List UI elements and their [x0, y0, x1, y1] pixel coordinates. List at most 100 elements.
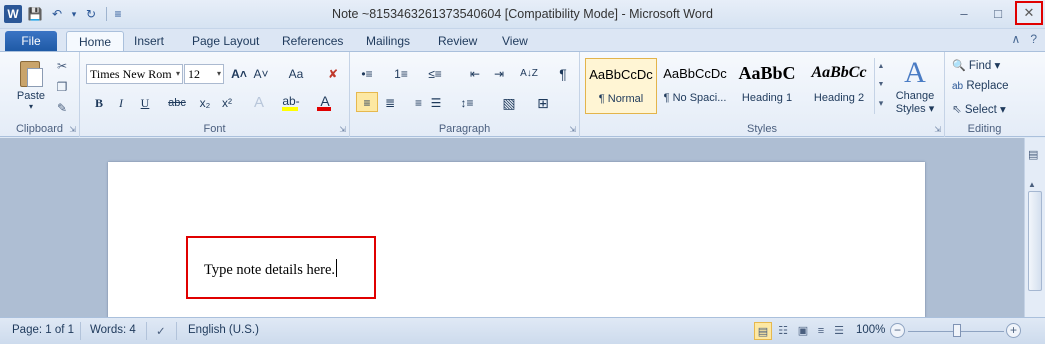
superscript-button[interactable]: x²: [218, 93, 236, 113]
draft-icon[interactable]: ☰: [830, 322, 848, 340]
web-layout-icon[interactable]: ▣: [794, 322, 812, 340]
title-bar: W 💾 ↶ ▾ ↻ ≡ Note ~8153463261373540604 [C…: [0, 0, 1045, 29]
word-count[interactable]: Words: 4: [90, 324, 136, 336]
line-spacing-button[interactable]: ↕≡: [458, 93, 476, 113]
paragraph-group-label: Paragraph: [438, 123, 491, 135]
help-icon[interactable]: ?: [1030, 32, 1037, 46]
style-scroll-up-icon[interactable]: ▲: [875, 58, 887, 76]
style-no-spacing-name: ¶ No Spaci...: [663, 92, 727, 104]
highlight-button[interactable]: ab‑: [280, 91, 302, 111]
font-launcher-icon[interactable]: ⇲: [339, 125, 346, 134]
replace-label: Replace: [966, 80, 1009, 92]
minimize-ribbon-icon[interactable]: ∧: [1012, 32, 1021, 46]
document-body-text[interactable]: Type note details here.: [204, 259, 338, 279]
clipboard-launcher-icon[interactable]: ⇲: [69, 125, 76, 134]
zoom-out-button[interactable]: −: [890, 323, 905, 338]
find-button[interactable]: 🔍 Find ▾: [952, 58, 1000, 72]
style-more-icon[interactable]: ▾: [875, 94, 887, 112]
print-layout-icon[interactable]: ▤: [754, 322, 772, 340]
multilevel-list-button[interactable]: ≤≡: [426, 64, 444, 84]
replace-icon: ab: [952, 81, 964, 92]
paragraph-group: •≡ 1≡ ≤≡ ⇤ ⇥ A↓Z ¶ ≡ ≣ ≡ ☰ ↕≡ ▧ ⊞ Paragr…: [350, 52, 580, 137]
subscript-button[interactable]: x₂: [196, 93, 214, 113]
change-styles-icon: A: [904, 56, 926, 89]
style-heading-2[interactable]: AaBbCc Heading 2: [803, 58, 875, 114]
justify-button[interactable]: ☰: [426, 93, 446, 113]
styles-launcher-icon[interactable]: ⇲: [934, 125, 941, 134]
highlight-color-swatch: [282, 107, 298, 111]
borders-button[interactable]: ⊞: [534, 93, 552, 113]
decrease-indent-button[interactable]: ⇤: [466, 64, 484, 84]
bold-button[interactable]: B: [90, 93, 108, 113]
change-styles-button[interactable]: A Change Styles ▾: [892, 56, 938, 116]
align-left-button[interactable]: ≡: [356, 92, 378, 112]
show-formatting-marks-button[interactable]: ¶: [554, 64, 572, 84]
view-ruler-icon[interactable]: ▤: [1028, 148, 1038, 161]
align-right-button[interactable]: ≡: [402, 93, 422, 113]
font-name-select[interactable]: Times New Rom ▾: [86, 64, 183, 84]
increase-indent-button[interactable]: ⇥: [490, 64, 508, 84]
format-painter-icon[interactable]: ✎: [54, 100, 70, 116]
style-scroll-down-icon[interactable]: ▼: [875, 76, 887, 94]
zoom-slider-thumb[interactable]: [953, 324, 961, 337]
tab-home[interactable]: Home: [66, 31, 125, 51]
tab-review[interactable]: Review: [426, 31, 489, 51]
paste-dropdown-icon[interactable]: ▾: [10, 102, 52, 111]
style-gallery-scroll: ▲ ▼ ▾: [874, 58, 887, 114]
underline-button[interactable]: U: [136, 93, 154, 113]
close-button[interactable]: ✕: [1015, 1, 1043, 25]
clear-formatting-icon[interactable]: ✘: [324, 64, 342, 84]
tab-file[interactable]: File: [5, 31, 57, 51]
copy-icon[interactable]: ❐: [54, 79, 70, 95]
restore-button[interactable]: □: [981, 0, 1015, 27]
vertical-scrollbar[interactable]: ▤ ▲: [1024, 138, 1045, 317]
paragraph-launcher-icon[interactable]: ⇲: [569, 125, 576, 134]
italic-button[interactable]: I: [112, 93, 130, 113]
style-no-spacing[interactable]: AaBbCcDc ¶ No Spaci...: [659, 58, 731, 114]
ribbon-tabs: File Home Insert Page Layout References …: [0, 29, 1045, 51]
paste-label: Paste: [16, 90, 46, 102]
change-case-button[interactable]: Aa: [284, 64, 308, 84]
style-normal[interactable]: AaBbCcDc ¶ Normal: [585, 58, 657, 114]
replace-button[interactable]: ab Replace: [952, 80, 1009, 92]
tab-view[interactable]: View: [490, 31, 540, 51]
text-caret: [336, 259, 338, 277]
align-center-button[interactable]: ≣: [380, 93, 400, 113]
font-color-button[interactable]: A: [316, 91, 334, 111]
minimize-button[interactable]: –: [947, 0, 981, 27]
shading-button[interactable]: ▧: [500, 93, 518, 113]
font-size-select[interactable]: 12 ▾: [184, 64, 224, 84]
grow-font-button[interactable]: A˄: [230, 64, 248, 84]
sort-button[interactable]: A↓Z: [520, 64, 538, 84]
clipboard-group: Paste ▾ ✂ ❐ ✎ Clipboard ⇲: [0, 52, 80, 137]
text-effects-button[interactable]: A: [250, 93, 268, 113]
tab-insert[interactable]: Insert: [122, 31, 176, 51]
zoom-level[interactable]: 100%: [856, 324, 885, 336]
style-normal-name: ¶ Normal: [598, 93, 644, 105]
scroll-up-icon[interactable]: ▲: [1028, 180, 1036, 189]
tab-references[interactable]: References: [270, 31, 355, 51]
select-button[interactable]: ⇖ Select ▾: [952, 102, 1006, 116]
shrink-font-button[interactable]: A˅: [252, 64, 270, 84]
font-name-value: Times New Rom: [90, 67, 172, 81]
tab-page-layout[interactable]: Page Layout: [180, 31, 271, 51]
bullets-button[interactable]: •≡: [358, 64, 376, 84]
paste-button[interactable]: Paste ▾: [10, 56, 52, 118]
find-icon: 🔍: [952, 60, 966, 72]
proofing-icon[interactable]: ✓: [156, 324, 166, 338]
page-count[interactable]: Page: 1 of 1: [12, 324, 74, 336]
outline-icon[interactable]: ≡: [812, 322, 830, 340]
status-bar: Page: 1 of 1 Words: 4 ✓ English (U.S.) ▤…: [0, 317, 1045, 344]
tab-mailings[interactable]: Mailings: [354, 31, 422, 51]
scroll-thumb[interactable]: [1028, 191, 1042, 291]
strikethrough-button[interactable]: abc: [168, 93, 186, 113]
language[interactable]: English (U.S.): [188, 324, 259, 336]
zoom-in-button[interactable]: +: [1006, 323, 1021, 338]
status-separator: [80, 322, 81, 340]
cut-icon[interactable]: ✂: [54, 58, 70, 74]
numbering-button[interactable]: 1≡: [392, 64, 410, 84]
font-group: Times New Rom ▾ 12 ▾ A˄ A˅ Aa ✘ B I U abc …: [80, 52, 350, 137]
paste-icon: [18, 58, 44, 88]
style-heading-1[interactable]: AaBbC Heading 1: [731, 58, 803, 114]
full-screen-reading-icon[interactable]: ☷: [774, 322, 792, 340]
